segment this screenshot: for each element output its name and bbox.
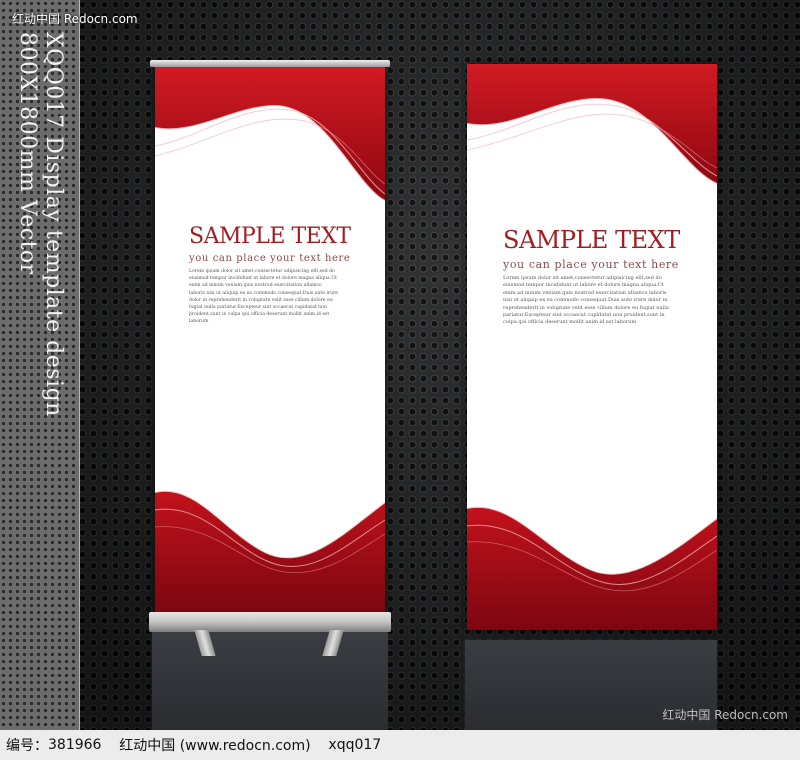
banner-body-text: Lorem ipsum dolor sit amet,consectetur a… [189, 269, 338, 325]
side-title-line-2: 800X1800mm Vector [15, 32, 40, 275]
watermark-bottom: 红动中国 Redocn.com [662, 708, 788, 722]
caption-gap [311, 737, 329, 753]
caption-site: 红动中国 (www.redocn.com) [119, 738, 311, 754]
banner-title: SAMPLE TEXT [503, 226, 680, 254]
caption-bar: 编号： 381966 红动中国 (www.redocn.com) xqq017 [0, 730, 800, 760]
banner-title: SAMPLE TEXT [189, 224, 351, 249]
caption-gap [101, 737, 119, 753]
stand-base [149, 612, 391, 632]
floor-shadow-left [152, 630, 388, 730]
perforated-metal-background: XQQ017 Display template design 800X1800m… [0, 0, 800, 730]
side-title-strip: XQQ017 Display template design 800X1800m… [0, 0, 80, 730]
top-wave-graphic [467, 64, 717, 185]
watermark-top: 红动中国 Redocn.com [12, 12, 138, 26]
caption-author: xqq017 [328, 737, 382, 753]
flat-banner-right: SAMPLE TEXT you can place your text here… [467, 64, 717, 630]
banner-subtitle: you can place your text here [503, 258, 679, 271]
side-title-line-1: XQQ017 Display template design [41, 32, 66, 417]
bottom-wave-graphic [155, 489, 385, 612]
banner-copy: SAMPLE TEXT you can place your text here… [467, 226, 717, 327]
stand-top-bar [150, 60, 390, 67]
side-title: XQQ017 Display template design 800X1800m… [14, 32, 66, 417]
top-wave-graphic [155, 66, 385, 202]
rollup-banner-left: SAMPLE TEXT you can place your text here… [155, 66, 385, 612]
bottom-wave-graphic [467, 505, 717, 630]
banner-subtitle: you can place your text here [189, 253, 351, 264]
caption-id-label: 编号： [6, 738, 48, 754]
caption-id-value: 381966 [48, 737, 102, 753]
banner-body-text: Lorem ipsum dolor sit amet,consectetur a… [503, 275, 669, 326]
banner-copy: SAMPLE TEXT you can place your text here… [155, 224, 385, 326]
